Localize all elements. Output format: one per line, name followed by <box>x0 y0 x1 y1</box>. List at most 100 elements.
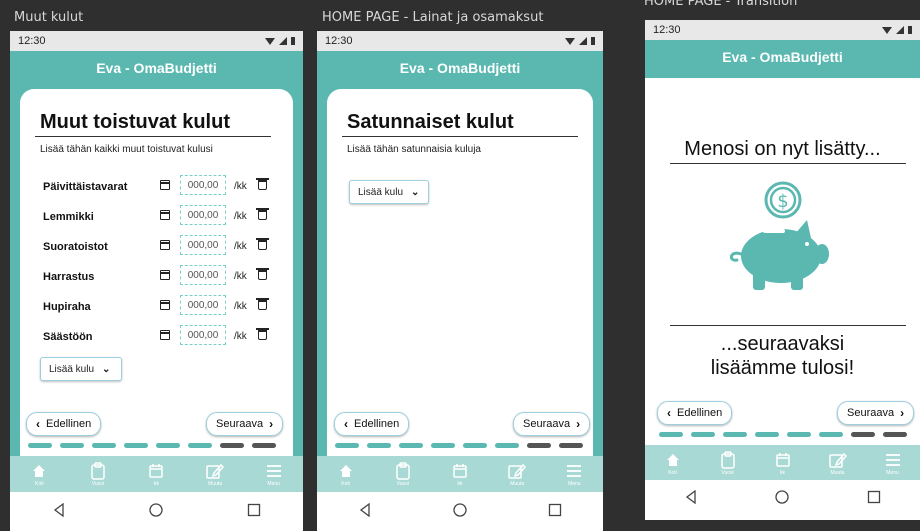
bottom-tab-bar: Koti Vuosi kk Muuta Menu <box>10 456 303 492</box>
chevron-down-icon: ⌄ <box>102 363 111 375</box>
status-time: 12:30 <box>325 35 353 47</box>
progress-step <box>28 443 52 448</box>
status-icons <box>882 26 912 34</box>
tab-koti[interactable]: Koti <box>22 462 56 487</box>
calendar-icon[interactable] <box>160 300 170 310</box>
tab-muuta[interactable]: Muuta <box>198 462 232 487</box>
next-button[interactable]: Seuraava › <box>206 412 284 436</box>
calendar-icon[interactable] <box>160 240 170 250</box>
home-circle-icon[interactable] <box>451 501 469 519</box>
home-icon <box>663 451 683 469</box>
tab-koti[interactable]: Koti <box>656 451 690 476</box>
tab-kk[interactable]: kk <box>139 462 173 487</box>
chevron-right-icon: › <box>269 417 274 431</box>
trash-icon[interactable] <box>256 298 269 310</box>
phone-screen-transition: 12:30 Eva - OmaBudjetti Menosi on nyt li… <box>645 20 920 520</box>
app-title: Eva - OmaBudjetti <box>399 60 521 76</box>
tab-muuta[interactable]: Muuta <box>821 451 855 476</box>
amount-input[interactable]: 000,00 <box>180 325 226 345</box>
add-expense-dropdown[interactable]: Lisää kulu ⌄ <box>349 180 429 204</box>
status-icons <box>265 37 295 45</box>
frame-label-transition: HOME PAGE - Transition <box>644 0 798 9</box>
previous-button[interactable]: ‹ Edellinen <box>657 401 733 425</box>
amount-input[interactable]: 000,00 <box>180 235 226 255</box>
trash-icon[interactable] <box>256 208 269 220</box>
tab-kk[interactable]: kk <box>766 451 800 476</box>
progress-step <box>124 443 148 448</box>
tab-vuosi[interactable]: Vuosi <box>386 461 420 487</box>
menu-icon <box>883 451 903 469</box>
back-icon[interactable] <box>682 488 700 506</box>
back-icon[interactable] <box>356 501 374 519</box>
back-icon[interactable] <box>50 501 68 519</box>
tab-label: Muuta <box>510 480 525 487</box>
trash-icon[interactable] <box>256 178 269 190</box>
amount-input[interactable]: 000,00 <box>180 205 226 225</box>
next-button[interactable]: Seuraava › <box>837 401 915 425</box>
calendar-icon[interactable] <box>160 330 170 340</box>
progress-step <box>787 432 811 437</box>
recent-apps-icon[interactable] <box>546 501 564 519</box>
tab-label: kk <box>153 480 159 487</box>
tab-label: Vuosi <box>396 480 409 487</box>
signal-icon <box>279 37 287 45</box>
tab-label: Koti <box>34 480 44 487</box>
previous-button[interactable]: ‹ Edellinen <box>26 412 102 436</box>
amount-input[interactable]: 000,00 <box>180 295 226 315</box>
progress-step <box>851 432 875 437</box>
menu-icon <box>564 462 584 480</box>
progress-step <box>252 443 276 448</box>
unit-label: /kk <box>234 181 247 192</box>
next-button[interactable]: Seuraava › <box>513 412 591 436</box>
edit-icon <box>828 451 848 469</box>
tab-label: Vuosi <box>721 469 734 476</box>
tab-vuosi[interactable]: Vuosi <box>711 450 745 476</box>
progress-step <box>92 443 116 448</box>
tab-menu[interactable]: Menu <box>557 462 591 487</box>
amount-input[interactable]: 000,00 <box>180 175 226 195</box>
home-circle-icon[interactable] <box>773 488 791 506</box>
expense-row-label: Harrastus <box>43 271 95 283</box>
status-icons <box>565 37 595 45</box>
progress-step <box>220 443 244 448</box>
trash-icon[interactable] <box>256 328 269 340</box>
tab-koti[interactable]: Koti <box>329 462 363 487</box>
signal-icon <box>896 26 904 34</box>
chevron-left-icon: ‹ <box>36 417 40 431</box>
progress-step <box>156 443 180 448</box>
home-circle-icon[interactable] <box>147 501 165 519</box>
status-time: 12:30 <box>18 35 46 47</box>
clipboard-icon <box>393 461 413 480</box>
recent-apps-icon[interactable] <box>865 488 883 506</box>
progress-step <box>367 443 391 448</box>
tab-kk[interactable]: kk <box>443 462 477 487</box>
battery-icon <box>291 37 295 45</box>
tab-muuta[interactable]: Muuta <box>500 462 534 487</box>
expense-row-label: Hupiraha <box>43 301 91 313</box>
add-expense-dropdown[interactable]: Lisää kulu ⌄ <box>40 357 122 381</box>
next-step-line-2: lisäämme tulosi! <box>710 357 855 379</box>
trash-icon[interactable] <box>256 268 269 280</box>
system-nav-bar <box>10 493 303 527</box>
phone-screen-muut-kulut: 12:30 Eva - OmaBudjetti Muut toistuvat k… <box>10 31 303 531</box>
trash-icon[interactable] <box>256 238 269 250</box>
tab-vuosi[interactable]: Vuosi <box>81 461 115 487</box>
calendar-icon[interactable] <box>160 270 170 280</box>
tab-label: Menu <box>568 480 581 487</box>
add-expense-label: Lisää kulu <box>49 363 95 375</box>
title-underline <box>35 136 271 137</box>
unit-label: /kk <box>234 301 247 312</box>
chevron-right-icon: › <box>576 417 581 431</box>
amount-input[interactable]: 000,00 <box>180 265 226 285</box>
calendar-icon[interactable] <box>160 180 170 190</box>
previous-button[interactable]: ‹ Edellinen <box>334 412 410 436</box>
recent-apps-icon[interactable] <box>245 501 263 519</box>
bottom-tab-bar: Koti Vuosi kk Muuta Menu <box>645 445 920 481</box>
piggy-bank-icon: $ <box>730 181 829 290</box>
tab-menu[interactable]: Menu <box>876 451 910 476</box>
calendar-icon[interactable] <box>160 210 170 220</box>
footer-divider <box>670 325 906 326</box>
tab-menu[interactable]: Menu <box>257 462 291 487</box>
system-nav-bar <box>317 493 603 527</box>
expense-row-label: Säästöön <box>43 331 93 343</box>
